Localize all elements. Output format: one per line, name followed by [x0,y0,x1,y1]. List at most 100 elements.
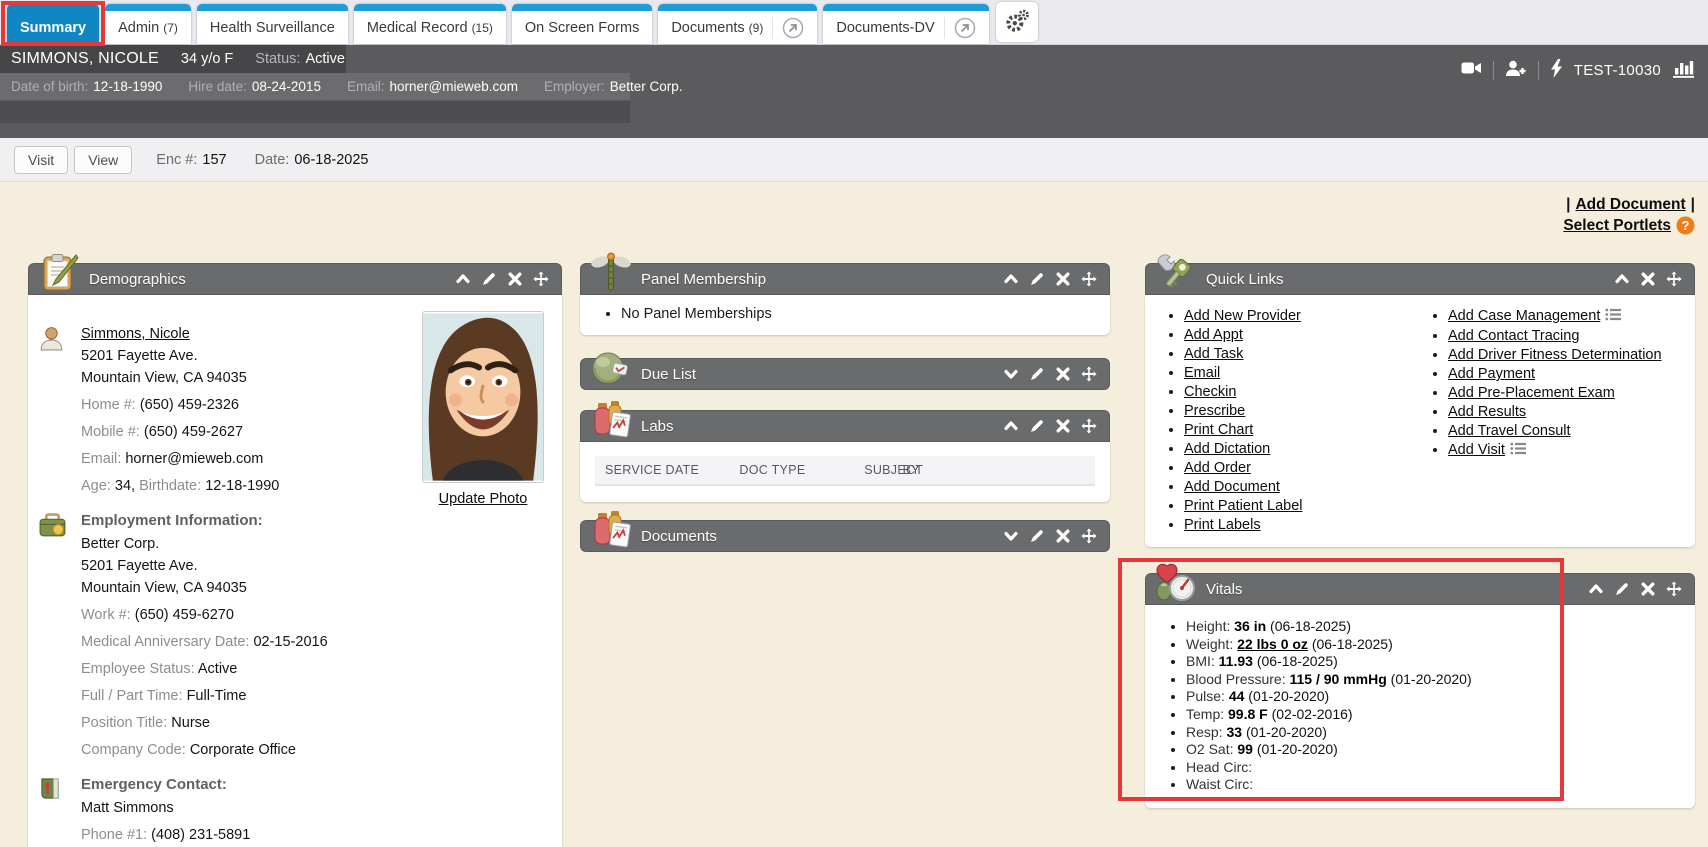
quick-link[interactable]: Prescribe [1184,403,1245,419]
tab[interactable]: On Screen Forms [512,4,652,44]
tab-accent-strip [823,4,988,11]
quick-link[interactable]: Add Visit [1448,442,1505,458]
quick-link[interactable]: Add Pre-Placement Exam [1448,385,1615,401]
add-document-link[interactable]: Add Document [1575,194,1685,215]
edit-icon[interactable] [1614,581,1630,597]
lightning-bolt-icon[interactable] [1550,59,1563,83]
help-icon[interactable]: ? [1676,216,1695,235]
view-button[interactable]: View [74,146,132,174]
quick-link[interactable]: Print Patient Label [1184,498,1303,514]
portlet-header[interactable]: Documents [580,520,1110,552]
column-header[interactable]: BY [903,463,920,477]
close-icon[interactable] [1640,271,1656,287]
update-photo-link[interactable]: Update Photo [439,491,528,507]
portlet-header[interactable]: Panel Membership [580,263,1110,295]
collapse-icon[interactable] [1003,271,1019,287]
tab[interactable]: Summary [7,4,99,44]
close-icon[interactable] [507,271,523,287]
chart-tab-settings-button[interactable] [996,2,1038,42]
tab-count: (7) [163,21,178,35]
quick-link[interactable]: Add Travel Consult [1448,423,1571,439]
quick-link[interactable]: Add Task [1184,346,1243,362]
move-icon[interactable] [1081,366,1097,382]
list-menu-icon[interactable] [1605,309,1622,325]
quick-link[interactable]: Add Order [1184,460,1251,476]
person-add-icon[interactable] [1505,60,1527,82]
close-icon[interactable] [1055,271,1071,287]
select-portlets-link[interactable]: Select Portlets [1563,215,1671,236]
vital-date: (01-20-2020) [1246,724,1327,740]
quick-link-item: Add Task [1184,345,1421,364]
move-icon[interactable] [1666,271,1682,287]
move-icon[interactable] [1081,418,1097,434]
patient-name-link[interactable]: Simmons, Nicole [81,326,190,342]
edit-icon[interactable] [481,271,497,287]
move-icon[interactable] [533,271,549,287]
quick-link[interactable]: Checkin [1184,384,1236,400]
quick-link[interactable]: Add Dictation [1184,441,1270,457]
edit-icon[interactable] [1029,366,1045,382]
line-value: (650) 459-2627 [144,424,243,440]
tab[interactable]: Admin (7) [105,4,191,44]
portlet-header[interactable]: Demographics [28,263,562,295]
edit-icon[interactable] [1029,418,1045,434]
patient-status: Status:Active [255,51,345,67]
vital-row: Pulse: 44 (01-20-2020) [1186,688,1681,706]
tab[interactable]: Documents (9) [658,4,817,44]
expand-icon[interactable] [1003,528,1019,544]
quick-link[interactable]: Add Results [1448,404,1526,420]
expand-icon[interactable] [1003,366,1019,382]
quick-link[interactable]: Add Payment [1448,366,1535,382]
quick-link[interactable]: Add Document [1184,479,1280,495]
quick-link[interactable]: Add New Provider [1184,308,1301,324]
vital-row: Waist Circ: [1186,776,1681,794]
close-icon[interactable] [1640,581,1656,597]
move-icon[interactable] [1081,528,1097,544]
move-icon[interactable] [1666,581,1682,597]
close-icon[interactable] [1055,528,1071,544]
column-header[interactable]: SUBJECT [864,463,902,477]
field-label: Date of birth: [11,79,88,94]
quick-link[interactable]: Print Chart [1184,422,1253,438]
tab-accent-strip [354,4,506,11]
edit-icon[interactable] [1029,271,1045,287]
close-icon[interactable] [1055,366,1071,382]
quick-link[interactable]: Print Labels [1184,517,1261,533]
collapse-icon[interactable] [1003,418,1019,434]
portlet-header[interactable]: Vitals [1145,573,1695,605]
tab[interactable]: Health Surveillance [197,4,348,44]
move-icon[interactable] [1081,271,1097,287]
emergency-contact-section: Emergency Contact: Matt Simmons Phone [38,775,546,845]
demographics-line: Better Corp. [81,534,411,554]
column-header[interactable]: DOC TYPE [739,463,864,477]
tab-label: Medical Record [367,20,468,36]
quick-link[interactable]: Email [1184,365,1220,381]
portlet-header[interactable]: Labs [580,410,1110,442]
edit-icon[interactable] [1029,528,1045,544]
quick-link[interactable]: Add Appt [1184,327,1243,343]
quick-link[interactable]: Add Case Management [1448,308,1600,324]
column-header[interactable]: SERVICE DATE [605,463,739,477]
collapse-icon[interactable] [1614,271,1630,287]
collapse-icon[interactable] [1588,581,1604,597]
popout-icon[interactable] [944,17,976,39]
header-scrollbar-track[interactable] [0,101,630,123]
portlet-vitals: Vitals Height: 36 in (06-18-2025) [1145,573,1695,808]
line-value-2: 12-18-1990 [205,478,279,494]
panel-membership-list: No Panel Memberships [594,304,1096,325]
portlet-header[interactable]: Quick Links [1145,263,1695,295]
popout-icon[interactable] [772,17,804,39]
bar-chart-icon[interactable] [1672,58,1695,83]
close-icon[interactable] [1055,418,1071,434]
quick-link[interactable]: Add Driver Fitness Determination [1448,347,1662,363]
tab[interactable]: Medical Record (15) [354,4,506,44]
tab[interactable]: Documents-DV [823,4,988,44]
list-menu-icon[interactable] [1510,443,1527,459]
vital-label: Height: [1186,618,1230,634]
collapse-icon[interactable] [455,271,471,287]
demographics-body: Update Photo Simmons, Nicole [28,295,562,847]
portlet-header[interactable]: Due List [580,358,1110,390]
visit-button[interactable]: Visit [14,146,68,174]
quick-link[interactable]: Add Contact Tracing [1448,328,1579,344]
video-camera-icon[interactable] [1461,60,1482,81]
